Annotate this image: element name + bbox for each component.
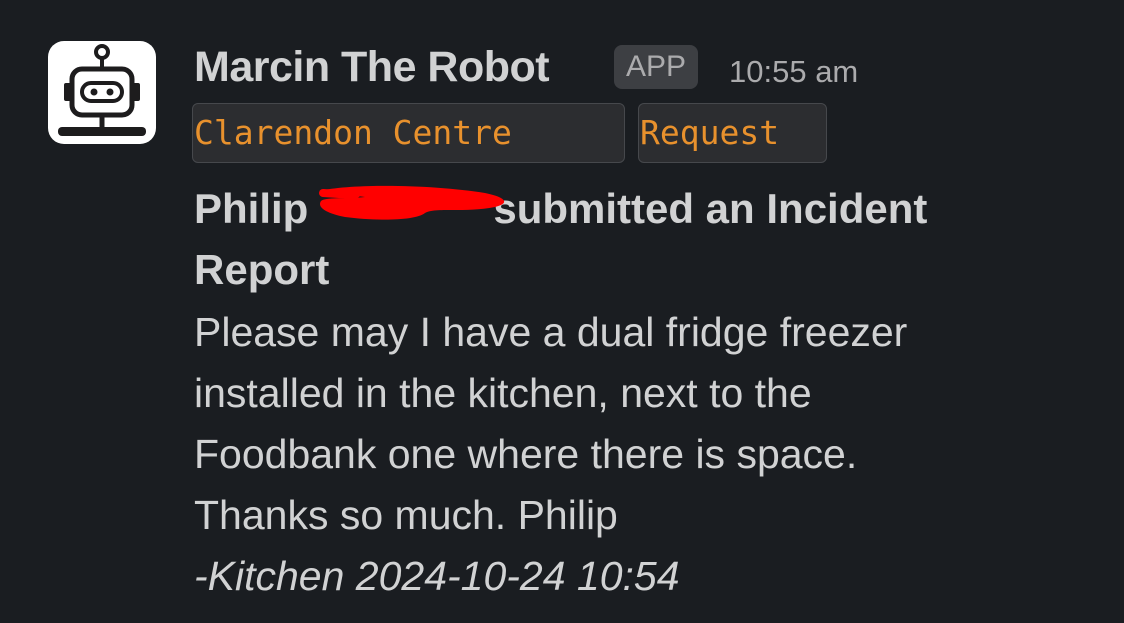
title-name: Philip — [194, 185, 309, 232]
app-badge: APP — [614, 45, 699, 89]
chat-message: Marcin The Robot APP 10:55 am Clarendon … — [0, 0, 1124, 623]
body-line: Please may I have a dual fridge freezer — [194, 309, 908, 355]
sender-name[interactable]: Marcin The Robot — [194, 40, 550, 94]
message-timestamp[interactable]: 10:55 am — [729, 50, 858, 94]
message-footer: -Kitchen 2024-10-24 10:54 — [194, 553, 680, 599]
message-body: Please may I have a dual fridge freezer … — [194, 302, 1074, 607]
body-line: Foodbank one where there is space. — [194, 431, 858, 477]
code-tag-type: Request — [638, 103, 827, 163]
message-content: Marcin The Robot APP 10:55 am Clarendon … — [192, 40, 1094, 599]
redaction-mark — [319, 185, 505, 220]
body-line: Thanks so much. Philip — [194, 492, 618, 538]
bot-avatar[interactable] — [48, 41, 156, 144]
code-tag-location: Clarendon Centre — [192, 103, 625, 163]
robot-icon — [58, 44, 146, 136]
message-header: Marcin The Robot APP 10:55 am — [194, 40, 1094, 102]
body-line: installed in the kitchen, next to the — [194, 370, 812, 416]
